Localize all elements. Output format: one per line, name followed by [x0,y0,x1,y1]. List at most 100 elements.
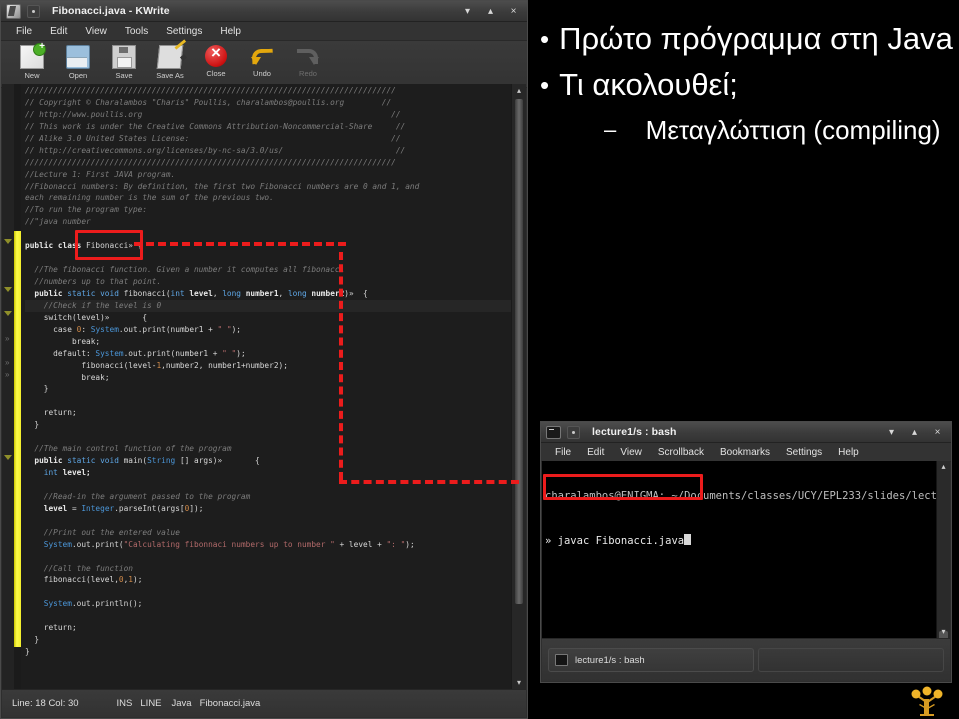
menu-item-scrollback[interactable]: Scrollback [650,446,712,459]
menu-item-bookmarks[interactable]: Bookmarks [712,446,778,459]
terminal-tab[interactable]: lecture1/s : bash [548,648,754,672]
scroll-thumb[interactable] [515,99,523,604]
tabbar-empty-area[interactable] [758,648,944,672]
redo-button: Redo [285,43,331,78]
code-line: } [25,646,511,658]
menu-item-view[interactable]: View [76,25,116,38]
code-line: //"java number [25,216,511,228]
menu-item-help[interactable]: Help [830,446,867,459]
undo-button[interactable]: Undo [239,43,285,78]
code-line: //numbers up to that point. [25,276,511,288]
open-button-label: Open [68,71,88,80]
maximize-button[interactable]: ▴ [907,425,922,439]
fold-marker[interactable] [4,239,12,244]
open-folder-icon [66,45,90,69]
kwrite-window: Fibonacci.java - KWrite ▾ ▴ × File Edit … [0,0,528,719]
close-circle-icon [205,43,227,67]
selection-mode-indicator[interactable]: LINE [140,698,161,709]
scroll-down-arrow-icon[interactable]: ▾ [512,676,526,689]
code-token: [] args)» { [179,456,260,466]
code-token: case [53,324,77,334]
code-line: } [25,383,511,395]
scroll-up-arrow-icon[interactable]: ▴ [512,84,526,97]
close-button[interactable]: × [506,4,521,18]
konsole-titlebar[interactable]: lecture1/s : bash ▾ ▴ × [541,422,951,443]
fold-marker[interactable] [4,311,12,316]
scroll-up-arrow-icon[interactable]: ▴ [937,461,950,473]
code-token: level [43,503,72,513]
konsole-body: charalambos@ENIGMA: ~/Documents/classes/… [542,461,950,649]
code-token: number2 [311,288,345,298]
code-token: System [43,599,72,609]
save-as-icon [156,45,184,69]
close-button[interactable]: × [930,425,945,439]
konsole-menubar: File Edit View Scrollback Bookmarks Sett… [541,443,951,462]
code-line: public static void main(String [] args)»… [25,455,511,467]
menu-item-file[interactable]: File [7,25,41,38]
code-line: // http://creativecommons.org/licenses/b… [25,145,511,157]
maximize-button[interactable]: ▴ [483,4,498,18]
highlight-mode-indicator[interactable]: Java [172,698,192,709]
code-token: // http://www.poullis.org // [25,109,401,119]
minimize-button[interactable]: ▾ [884,425,899,439]
terminal-output[interactable]: charalambos@ENIGMA: ~/Documents/classes/… [542,461,936,638]
undo-arrow-icon [251,45,273,67]
close-button-toolbar[interactable]: Close [193,43,239,78]
code-token: main( [123,456,148,466]
open-button[interactable]: Open [55,43,101,80]
redo-button-label: Redo [299,69,317,78]
code-token: System [90,324,119,334]
code-line: int level; [25,467,511,479]
document-icon [6,3,21,19]
code-line: //The fibonacci function. Given a number… [25,264,511,276]
terminal-vertical-scrollbar[interactable]: ▴ ▾ [936,461,950,649]
code-text[interactable]: ////////////////////////////////////////… [21,84,511,689]
code-token: Integer [81,503,115,513]
pin-icon[interactable] [567,425,580,439]
terminal-command-line: » javac Fibonacci.java [545,534,933,549]
menu-item-settings[interactable]: Settings [778,446,830,459]
menu-item-tools[interactable]: Tools [116,25,157,38]
pin-icon[interactable] [27,4,40,18]
code-token: each remaining number is the sum of the … [25,193,274,203]
save-as-button[interactable]: Save As [147,43,193,80]
scroll-down-arrow-icon[interactable]: ▾ [937,626,950,638]
code-token: int [170,288,190,298]
save-button-label: Save [115,71,133,80]
statusbar-filename: Fibonacci.java [199,698,261,709]
code-line: //Check if the level is 0 [25,299,511,312]
code-token: static void [67,288,124,298]
konsole-tabbar: lecture1/s : bash [542,638,950,681]
menu-item-help[interactable]: Help [211,25,250,38]
code-token: //"java number [25,217,91,227]
kwrite-titlebar[interactable]: Fibonacci.java - KWrite ▾ ▴ × [1,1,527,22]
menu-item-settings[interactable]: Settings [157,25,211,38]
code-token: System [95,348,124,358]
code-line: fibonacci(level,0,1); [25,574,511,586]
fold-marker[interactable] [4,287,12,292]
bullet-item-2: • Τι ακολουθεί; [540,64,959,106]
editor-vertical-scrollbar[interactable]: ▴ ▾ [511,84,526,689]
bullet-marker-icon: • [540,24,550,54]
code-token: default: [53,348,96,358]
code-token: //Fibonacci numbers: By definition, the … [25,181,420,191]
fold-marker[interactable] [4,455,12,460]
insert-mode-indicator[interactable]: INS [117,698,133,709]
konsole-window-controls: ▾ ▴ × [884,422,945,442]
code-line: ////////////////////////////////////////… [25,85,511,97]
menu-item-edit[interactable]: Edit [579,446,612,459]
menu-item-file[interactable]: File [547,446,579,459]
code-folding-gutter[interactable]: » » » [2,84,14,689]
new-button[interactable]: New [9,41,55,80]
code-line: level = Integer.parseInt(args[0]); [25,503,511,515]
code-token: ////////////////////////////////////////… [25,157,396,167]
menu-item-edit[interactable]: Edit [41,25,76,38]
menu-item-view[interactable]: View [612,446,650,459]
code-token: //The main control function of the progr… [34,444,232,454]
kwrite-window-controls: ▾ ▴ × [460,1,521,21]
code-line: // Copyright © Charalambos "Charis" Poul… [25,97,511,109]
minimize-button[interactable]: ▾ [460,4,475,18]
save-button[interactable]: Save [101,43,147,80]
code-line: // http://www.poullis.org // [25,109,511,121]
